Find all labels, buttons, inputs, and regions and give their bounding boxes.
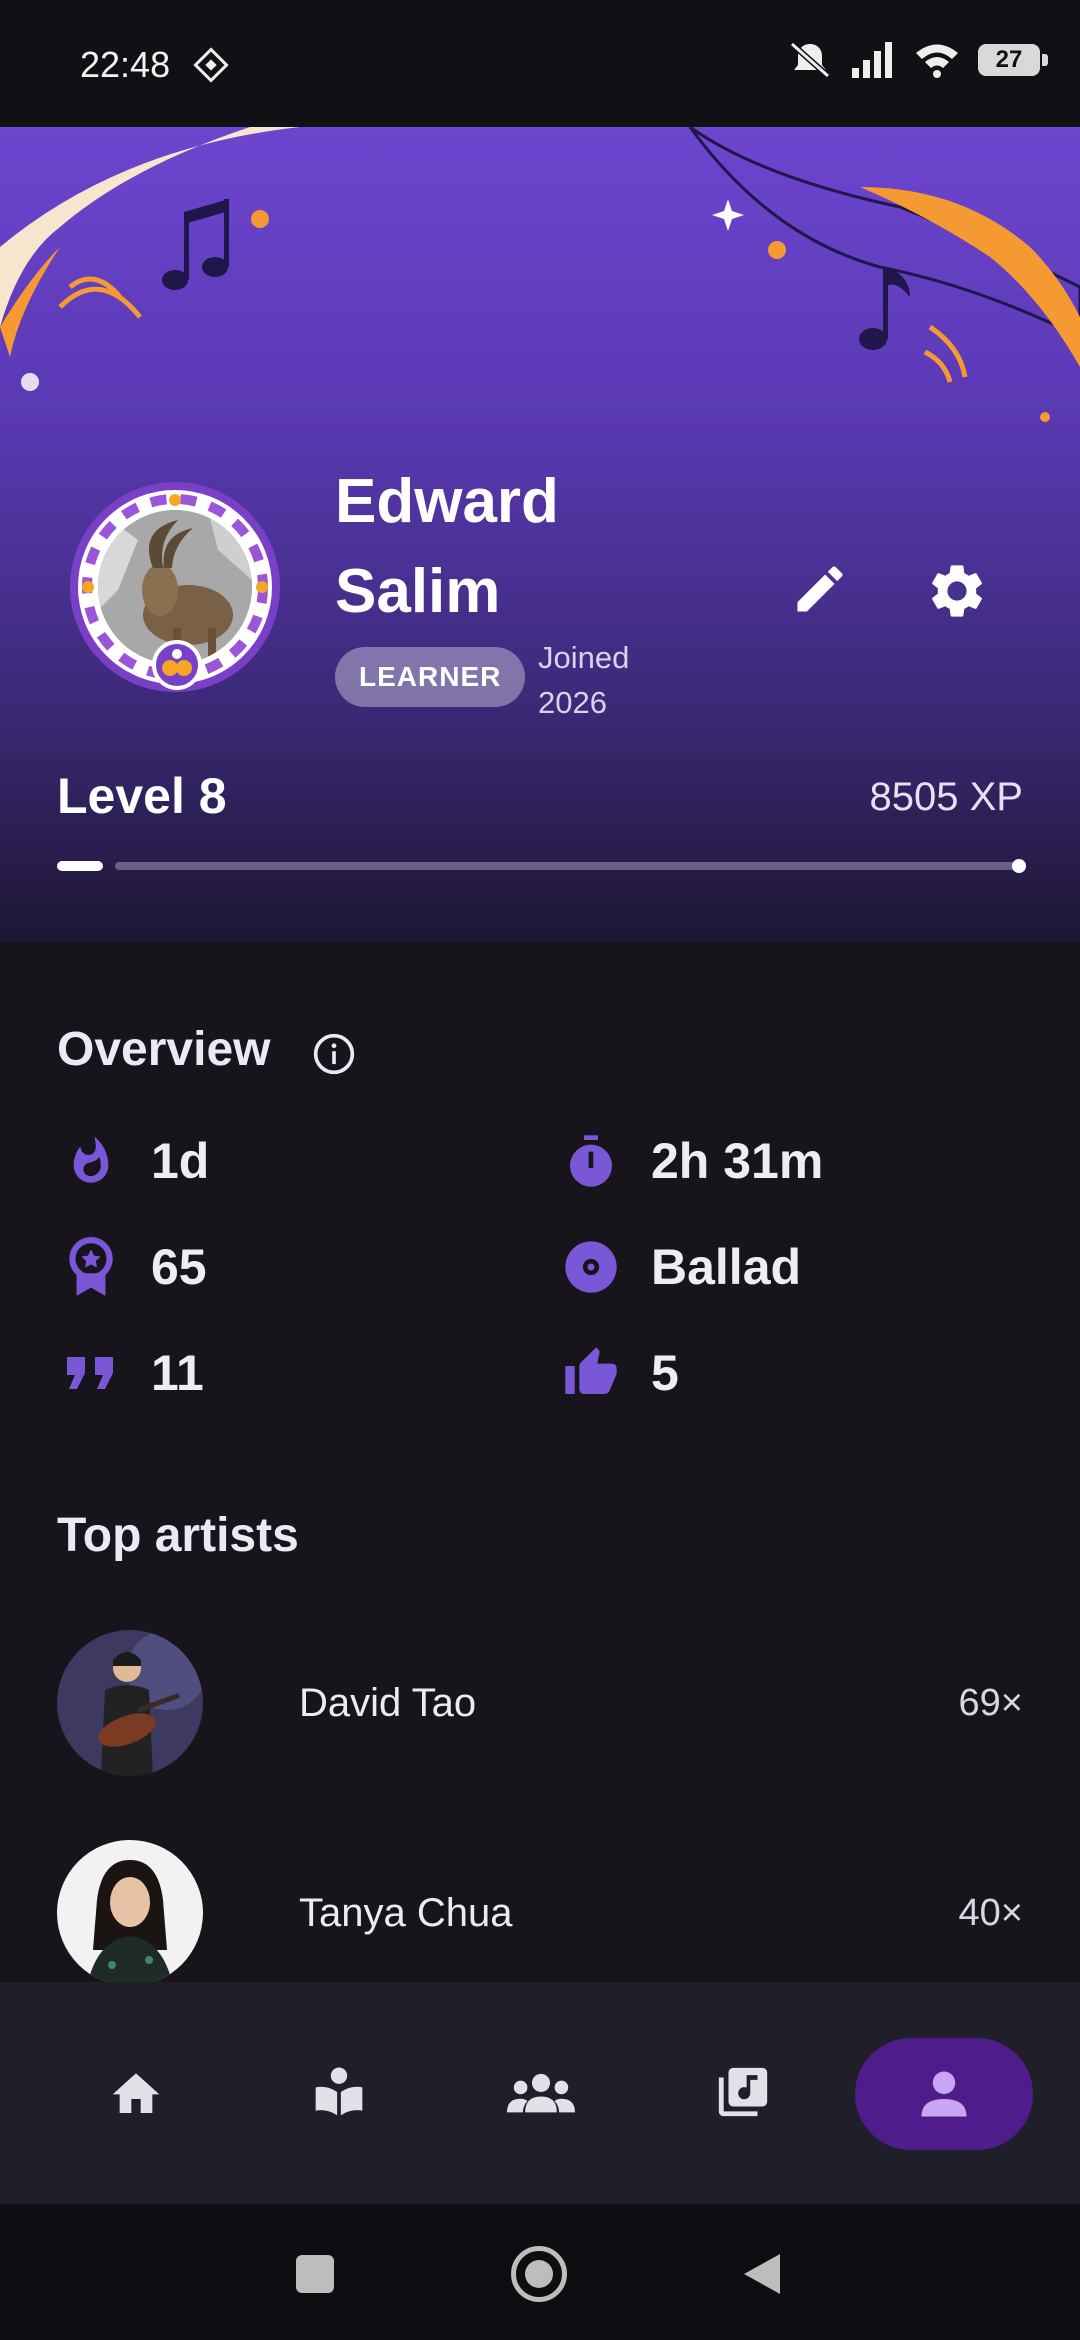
info-icon[interactable] — [312, 1032, 356, 1076]
level-progress-fill — [57, 861, 103, 871]
nav-profile[interactable] — [855, 2038, 1033, 2150]
joined-label: Joined — [538, 640, 630, 675]
level-progress-track — [115, 862, 1023, 870]
thumbs-up-icon — [563, 1345, 619, 1401]
home-button-dot — [525, 2260, 553, 2288]
edit-profile-button[interactable] — [790, 559, 850, 619]
status-icons: 27 — [788, 40, 1048, 80]
community-icon — [507, 2073, 575, 2113]
stat-value: 11 — [151, 1345, 204, 1401]
artist-photo — [57, 1840, 203, 1986]
profile-first-name: Edward — [335, 467, 559, 536]
artist-name: David Tao — [299, 1680, 477, 1725]
flame-icon — [63, 1133, 119, 1189]
stat-value: 1d — [151, 1133, 210, 1189]
stat-quotes: 11 — [63, 1344, 204, 1402]
artist-name: Tanya Chua — [299, 1890, 513, 1935]
nav-library[interactable] — [693, 2042, 793, 2142]
artist-row[interactable]: Tanya Chua 40× — [57, 1840, 1023, 1986]
xp-label: 8505 XP — [869, 775, 1023, 819]
battery-indicator: 27 — [978, 44, 1048, 76]
joined-date: Joined 2026 — [538, 635, 629, 725]
stat-practice-time: 2h 31m — [563, 1132, 823, 1190]
top-artists-title: Top artists — [57, 1509, 299, 1562]
profile-header: Edward Salim LEARNER Joined 2026 Level 8… — [0, 127, 1080, 942]
artist-row[interactable]: David Tao 69× — [57, 1630, 1023, 1776]
stat-value: 2h 31m — [651, 1133, 824, 1189]
stat-value: Ballad — [651, 1239, 802, 1295]
system-navigation-bar — [0, 2204, 1080, 2340]
award-ribbon-icon — [63, 1237, 119, 1296]
learn-icon — [315, 2067, 363, 2116]
app-notification-icon — [193, 47, 229, 83]
profile-last-name: Salim — [335, 557, 501, 626]
nav-home[interactable] — [86, 2042, 186, 2142]
quote-icon — [63, 1345, 119, 1401]
stopwatch-icon — [563, 1133, 619, 1189]
nav-learn[interactable] — [289, 2042, 389, 2142]
signal-icon — [852, 42, 892, 78]
stat-value: 65 — [151, 1239, 207, 1295]
stat-achievements: 65 — [63, 1237, 207, 1296]
role-badge: LEARNER — [335, 647, 526, 707]
stat-streak: 1d — [63, 1132, 209, 1190]
settings-button[interactable] — [925, 559, 989, 623]
back-button[interactable] — [740, 2250, 784, 2298]
status-bar: 22:48 27 — [0, 0, 1080, 127]
home-button[interactable] — [511, 2246, 567, 2302]
stat-value: 5 — [651, 1345, 679, 1401]
bottom-navigation — [0, 1982, 1080, 2204]
disc-icon — [563, 1239, 619, 1295]
stat-likes: 5 — [563, 1344, 679, 1402]
wifi-icon — [916, 44, 958, 78]
artist-play-count: 69× — [958, 1681, 1023, 1724]
stat-genre: Ballad — [563, 1238, 801, 1296]
profile-name: Edward Salim — [335, 457, 559, 637]
artist-photo — [57, 1630, 203, 1776]
bell-muted-icon — [790, 41, 830, 79]
overview-title: Overview — [57, 1023, 271, 1076]
library-icon — [718, 2067, 768, 2117]
avatar-badge-icon — [152, 640, 202, 690]
artist-play-count: 40× — [958, 1891, 1023, 1934]
nav-community[interactable] — [491, 2042, 591, 2142]
level-progress-end — [1012, 859, 1026, 873]
joined-year: 2026 — [538, 685, 607, 720]
level-label: Level 8 — [57, 768, 227, 824]
profile-icon — [921, 2071, 967, 2117]
status-time: 22:48 — [80, 44, 171, 85]
recent-apps-button[interactable] — [296, 2255, 334, 2293]
home-icon — [112, 2073, 160, 2113]
profile-avatar[interactable] — [70, 482, 280, 692]
